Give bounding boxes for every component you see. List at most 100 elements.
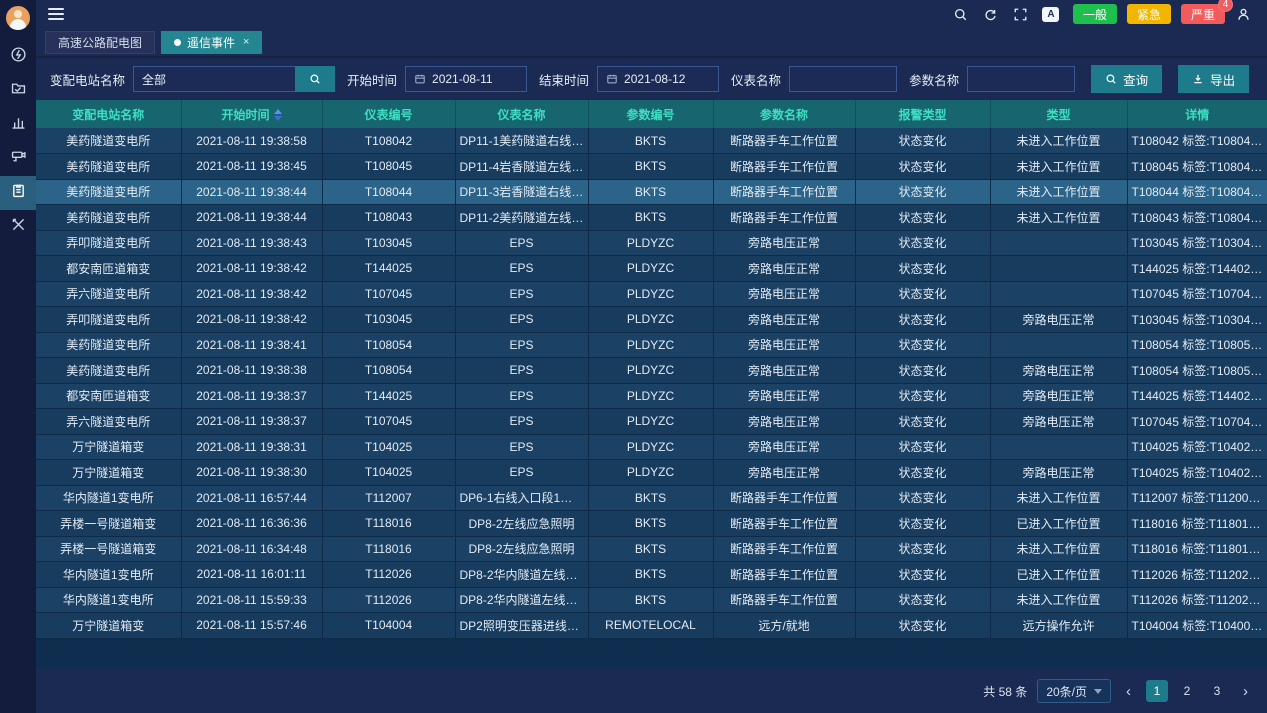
start-date-picker[interactable]: 2021-08-11 [405, 66, 527, 92]
table-cell: T112026 [322, 587, 455, 613]
col-alarm-type[interactable]: 报警类型 [855, 100, 990, 128]
col-start-time[interactable]: 开始时间 [181, 100, 322, 128]
col-param-name[interactable]: 参数名称 [713, 100, 855, 128]
refresh-icon[interactable] [979, 3, 1003, 25]
table-cell: 2021-08-11 19:38:44 [181, 205, 322, 231]
table-row[interactable]: 美药隧道变电所2021-08-11 19:38:44T108044DP11-3岩… [36, 179, 1267, 205]
page-size-select[interactable]: 20条/页 [1037, 679, 1111, 703]
end-date-picker[interactable]: 2021-08-12 [597, 66, 719, 92]
sidebar-item-tools[interactable] [0, 210, 36, 244]
col-param-no[interactable]: 参数编号 [588, 100, 713, 128]
severe-alarm-badge[interactable]: 严重4 [1181, 4, 1225, 24]
page-number-button[interactable]: 3 [1206, 680, 1228, 702]
table-row[interactable]: 都安南匝道箱变2021-08-11 19:38:37T144025EPSPLDY… [36, 383, 1267, 409]
sidebar-item-overview[interactable] [0, 40, 36, 74]
urgent-alarm-badge[interactable]: 紧急 [1127, 4, 1171, 24]
table-row[interactable]: 弄楼一号隧道箱变2021-08-11 16:34:48T118016DP8-2左… [36, 536, 1267, 562]
col-meter-no[interactable]: 仪表编号 [322, 100, 455, 128]
calendar-icon [606, 73, 618, 85]
table-row[interactable]: 万宁隧道箱变2021-08-11 15:57:46T104004DP2照明变压器… [36, 613, 1267, 639]
table-row[interactable]: 华内隧道1变电所2021-08-11 16:01:11T112026DP8-2华… [36, 562, 1267, 588]
table-cell: T144025 标签:T144025 ... [1127, 383, 1267, 409]
tab-telesignal-events[interactable]: 遥信事件 × [161, 31, 262, 54]
table-cell: T112026 [322, 562, 455, 588]
col-detail[interactable]: 详情 [1127, 100, 1267, 128]
table-row[interactable]: 弄六隧道变电所2021-08-11 19:38:37T107045EPSPLDY… [36, 409, 1267, 435]
param-name-input[interactable] [967, 66, 1075, 92]
sidebar-item-statistics[interactable] [0, 108, 36, 142]
table-row[interactable]: 弄叩隧道变电所2021-08-11 19:38:43T103045EPSPLDY… [36, 230, 1267, 256]
sidebar-item-events[interactable] [0, 176, 36, 210]
table-cell: 弄叩隧道变电所 [36, 307, 181, 333]
table-row[interactable]: 弄叩隧道变电所2021-08-11 19:38:42T103045EPSPLDY… [36, 307, 1267, 333]
table-cell: 旁路电压正常 [713, 434, 855, 460]
translate-icon[interactable]: A [1039, 3, 1063, 25]
table-cell: 旁路电压正常 [713, 230, 855, 256]
col-type[interactable]: 类型 [990, 100, 1127, 128]
table-cell: PLDYZC [588, 409, 713, 435]
sidebar-item-files[interactable] [0, 74, 36, 108]
table-cell: DP11-2美药隧道左线应... [455, 205, 588, 231]
table-row[interactable]: 美药隧道变电所2021-08-11 19:38:41T108054EPSPLDY… [36, 332, 1267, 358]
table-cell: 旁路电压正常 [713, 460, 855, 486]
tab-power-diagram[interactable]: 高速公路配电图 [45, 31, 155, 54]
prev-page-button[interactable]: ‹ [1121, 684, 1136, 699]
user-icon[interactable] [1231, 3, 1255, 25]
table-cell: DP11-3岩香隧道右线应... [455, 179, 588, 205]
table-cell: 2021-08-11 19:38:42 [181, 307, 322, 333]
table-cell: EPS [455, 434, 588, 460]
sidebar-item-monitoring[interactable] [0, 142, 36, 176]
export-button[interactable]: 导出 [1178, 65, 1249, 93]
tab-close-icon[interactable]: × [243, 36, 249, 48]
menu-toggle-icon[interactable] [48, 8, 64, 20]
table-row[interactable]: 美药隧道变电所2021-08-11 19:38:45T108045DP11-4岩… [36, 154, 1267, 180]
page-number-button[interactable]: 1 [1146, 680, 1168, 702]
table-cell: 未进入工作位置 [990, 587, 1127, 613]
table-row[interactable]: 美药隧道变电所2021-08-11 19:38:38T108054EPSPLDY… [36, 358, 1267, 384]
page-number-button[interactable]: 2 [1176, 680, 1198, 702]
avatar[interactable] [6, 6, 30, 30]
fullscreen-icon[interactable] [1009, 3, 1033, 25]
col-meter-name[interactable]: 仪表名称 [455, 100, 588, 128]
sidebar [0, 0, 36, 713]
table-cell: BKTS [588, 205, 713, 231]
station-search-button[interactable] [295, 66, 335, 92]
table-cell: BKTS [588, 154, 713, 180]
table-row[interactable]: 美药隧道变电所2021-08-11 19:38:58T108042DP11-1美… [36, 128, 1267, 154]
table-row[interactable]: 都安南匝道箱变2021-08-11 19:38:42T144025EPSPLDY… [36, 256, 1267, 282]
table-row[interactable]: 华内隧道1变电所2021-08-11 15:59:33T112026DP8-2华… [36, 587, 1267, 613]
table-cell: T108054 标签:T108054 ... [1127, 332, 1267, 358]
query-button[interactable]: 查询 [1091, 65, 1162, 93]
table-cell: T108042 [322, 128, 455, 154]
next-page-button[interactable]: › [1238, 684, 1253, 699]
table-cell: 状态变化 [855, 256, 990, 282]
table-cell: 状态变化 [855, 434, 990, 460]
table-row[interactable]: 美药隧道变电所2021-08-11 19:38:44T108043DP11-2美… [36, 205, 1267, 231]
bar-chart-icon [10, 114, 27, 136]
table-cell: 旁路电压正常 [713, 358, 855, 384]
general-alarm-badge[interactable]: 一般 [1073, 4, 1117, 24]
search-icon[interactable] [949, 3, 973, 25]
table-cell: EPS [455, 358, 588, 384]
table-cell: EPS [455, 383, 588, 409]
table-cell: EPS [455, 256, 588, 282]
table-cell: 旁路电压正常 [713, 256, 855, 282]
station-filter-label: 变配电站名称 [50, 70, 125, 89]
col-station[interactable]: 变配电站名称 [36, 100, 181, 128]
table-cell: 2021-08-11 15:59:33 [181, 587, 322, 613]
table-cell: 华内隧道1变电所 [36, 485, 181, 511]
table-row[interactable]: 万宁隧道箱变2021-08-11 19:38:30T104025EPSPLDYZ… [36, 460, 1267, 486]
table-cell: T108044 [322, 179, 455, 205]
sort-icon[interactable] [274, 109, 282, 121]
table-row[interactable]: 华内隧道1变电所2021-08-11 16:57:44T112007DP6-1右… [36, 485, 1267, 511]
table-cell: PLDYZC [588, 460, 713, 486]
station-input[interactable] [133, 66, 295, 92]
table-cell: T103045 [322, 230, 455, 256]
table-row[interactable]: 弄楼一号隧道箱变2021-08-11 16:36:36T118016DP8-2左… [36, 511, 1267, 537]
table-cell: 弄叩隧道变电所 [36, 230, 181, 256]
table-row[interactable]: 弄六隧道变电所2021-08-11 19:38:42T107045EPSPLDY… [36, 281, 1267, 307]
table-row[interactable]: 万宁隧道箱变2021-08-11 19:38:31T104025EPSPLDYZ… [36, 434, 1267, 460]
table-cell: 2021-08-11 19:38:38 [181, 358, 322, 384]
table-cell: 都安南匝道箱变 [36, 383, 181, 409]
meter-name-input[interactable] [789, 66, 897, 92]
